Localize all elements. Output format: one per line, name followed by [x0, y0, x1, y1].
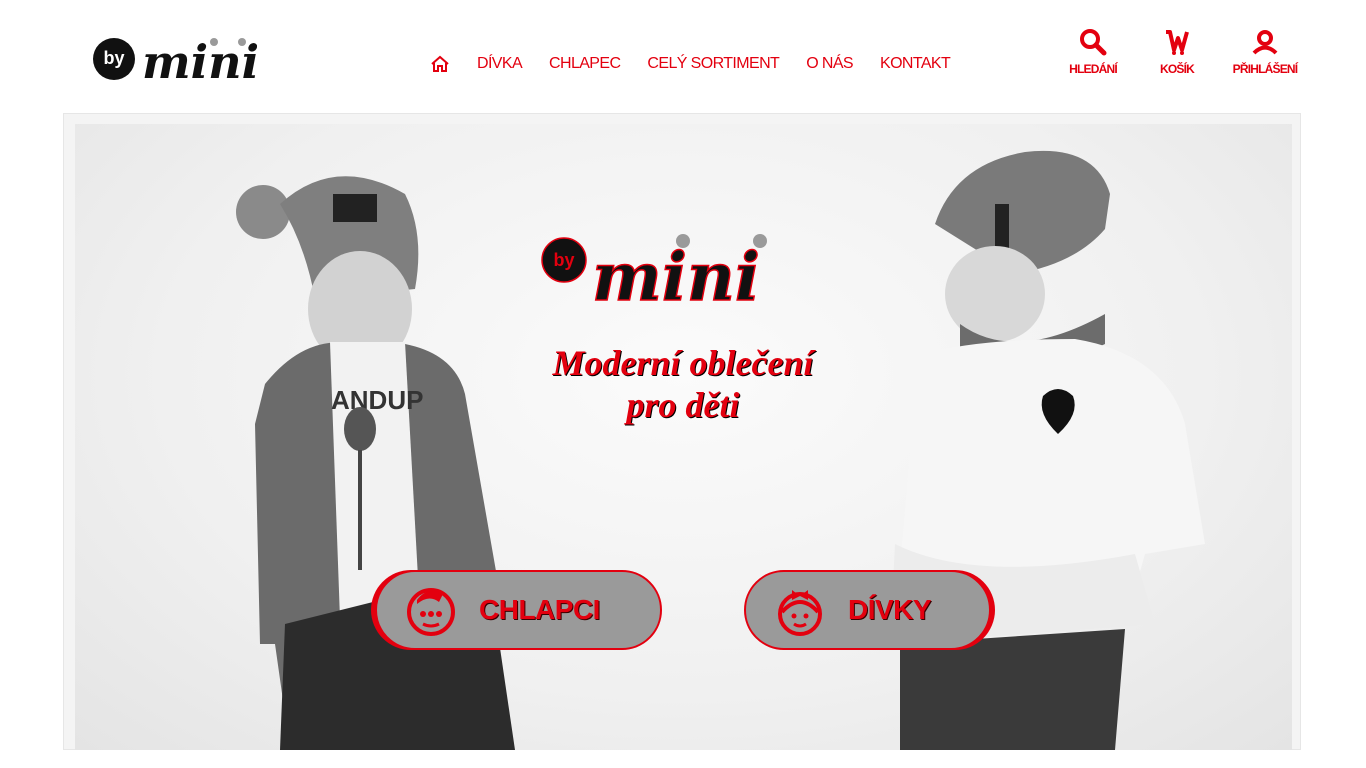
girls-button[interactable]: DÍVKY — [744, 570, 991, 650]
header-actions: HLEDÁNÍ KOŠÍK PŘIHLÁŠENÍ — [1060, 28, 1310, 76]
main-nav: DÍVKA CHLAPEC CELÝ SORTIMENT O NÁS KONTA… — [430, 52, 977, 76]
svg-text:ANDUP: ANDUP — [331, 385, 423, 415]
logo-by-text: by — [103, 48, 124, 68]
cart-button[interactable]: KOŠÍK — [1144, 28, 1210, 76]
cart-icon — [1166, 30, 1189, 55]
brand-logo[interactable]: by mini — [92, 34, 257, 84]
boy-face-icon — [407, 588, 455, 636]
girl-figure — [890, 150, 1205, 750]
user-icon — [1252, 30, 1278, 55]
nav-home[interactable] — [430, 55, 450, 73]
hero-tagline: Moderní oblečení pro děti — [483, 342, 883, 426]
girls-button-label: DÍVKY — [848, 594, 932, 625]
tagline-line1: Moderní oblečení — [552, 343, 814, 383]
home-icon — [431, 55, 449, 72]
search-icon — [1080, 29, 1107, 56]
site-header: by mini DÍVKA CHLAPEC CELÝ SORTIMENT O N… — [0, 0, 1366, 110]
nav-item-cely-sortiment[interactable]: CELÝ SORTIMENT — [647, 52, 779, 76]
nav-item-chlapec[interactable]: CHLAPEC — [549, 52, 621, 76]
nav-item-kontakt[interactable]: KONTAKT — [880, 52, 951, 76]
login-button[interactable]: PŘIHLÁŠENÍ — [1220, 28, 1310, 76]
boys-button-label: CHLAPCI — [479, 594, 600, 625]
kids-photo: ANDUP — [236, 150, 1205, 750]
nav-item-o-nas[interactable]: O NÁS — [806, 52, 853, 76]
nav-item-divka[interactable]: DÍVKA — [477, 52, 523, 76]
boy-figure: ANDUP — [236, 176, 515, 750]
hero-logo-mini-text: mini — [592, 238, 760, 312]
search-label: HLEDÁNÍ — [1069, 62, 1118, 76]
hero-logo: by mini — [541, 234, 767, 312]
boys-button[interactable]: CHLAPCI — [375, 570, 662, 650]
login-label: PŘIHLÁŠENÍ — [1232, 62, 1298, 76]
search-button[interactable]: HLEDÁNÍ — [1060, 28, 1126, 76]
cart-label: KOŠÍK — [1159, 62, 1195, 76]
hero-logo-by-text: by — [553, 250, 574, 270]
tagline-line2: pro děti — [626, 385, 740, 425]
girl-face-icon — [778, 590, 822, 636]
hero-banner: ANDUP by mini Moderní oblečení pro děti — [75, 124, 1292, 750]
